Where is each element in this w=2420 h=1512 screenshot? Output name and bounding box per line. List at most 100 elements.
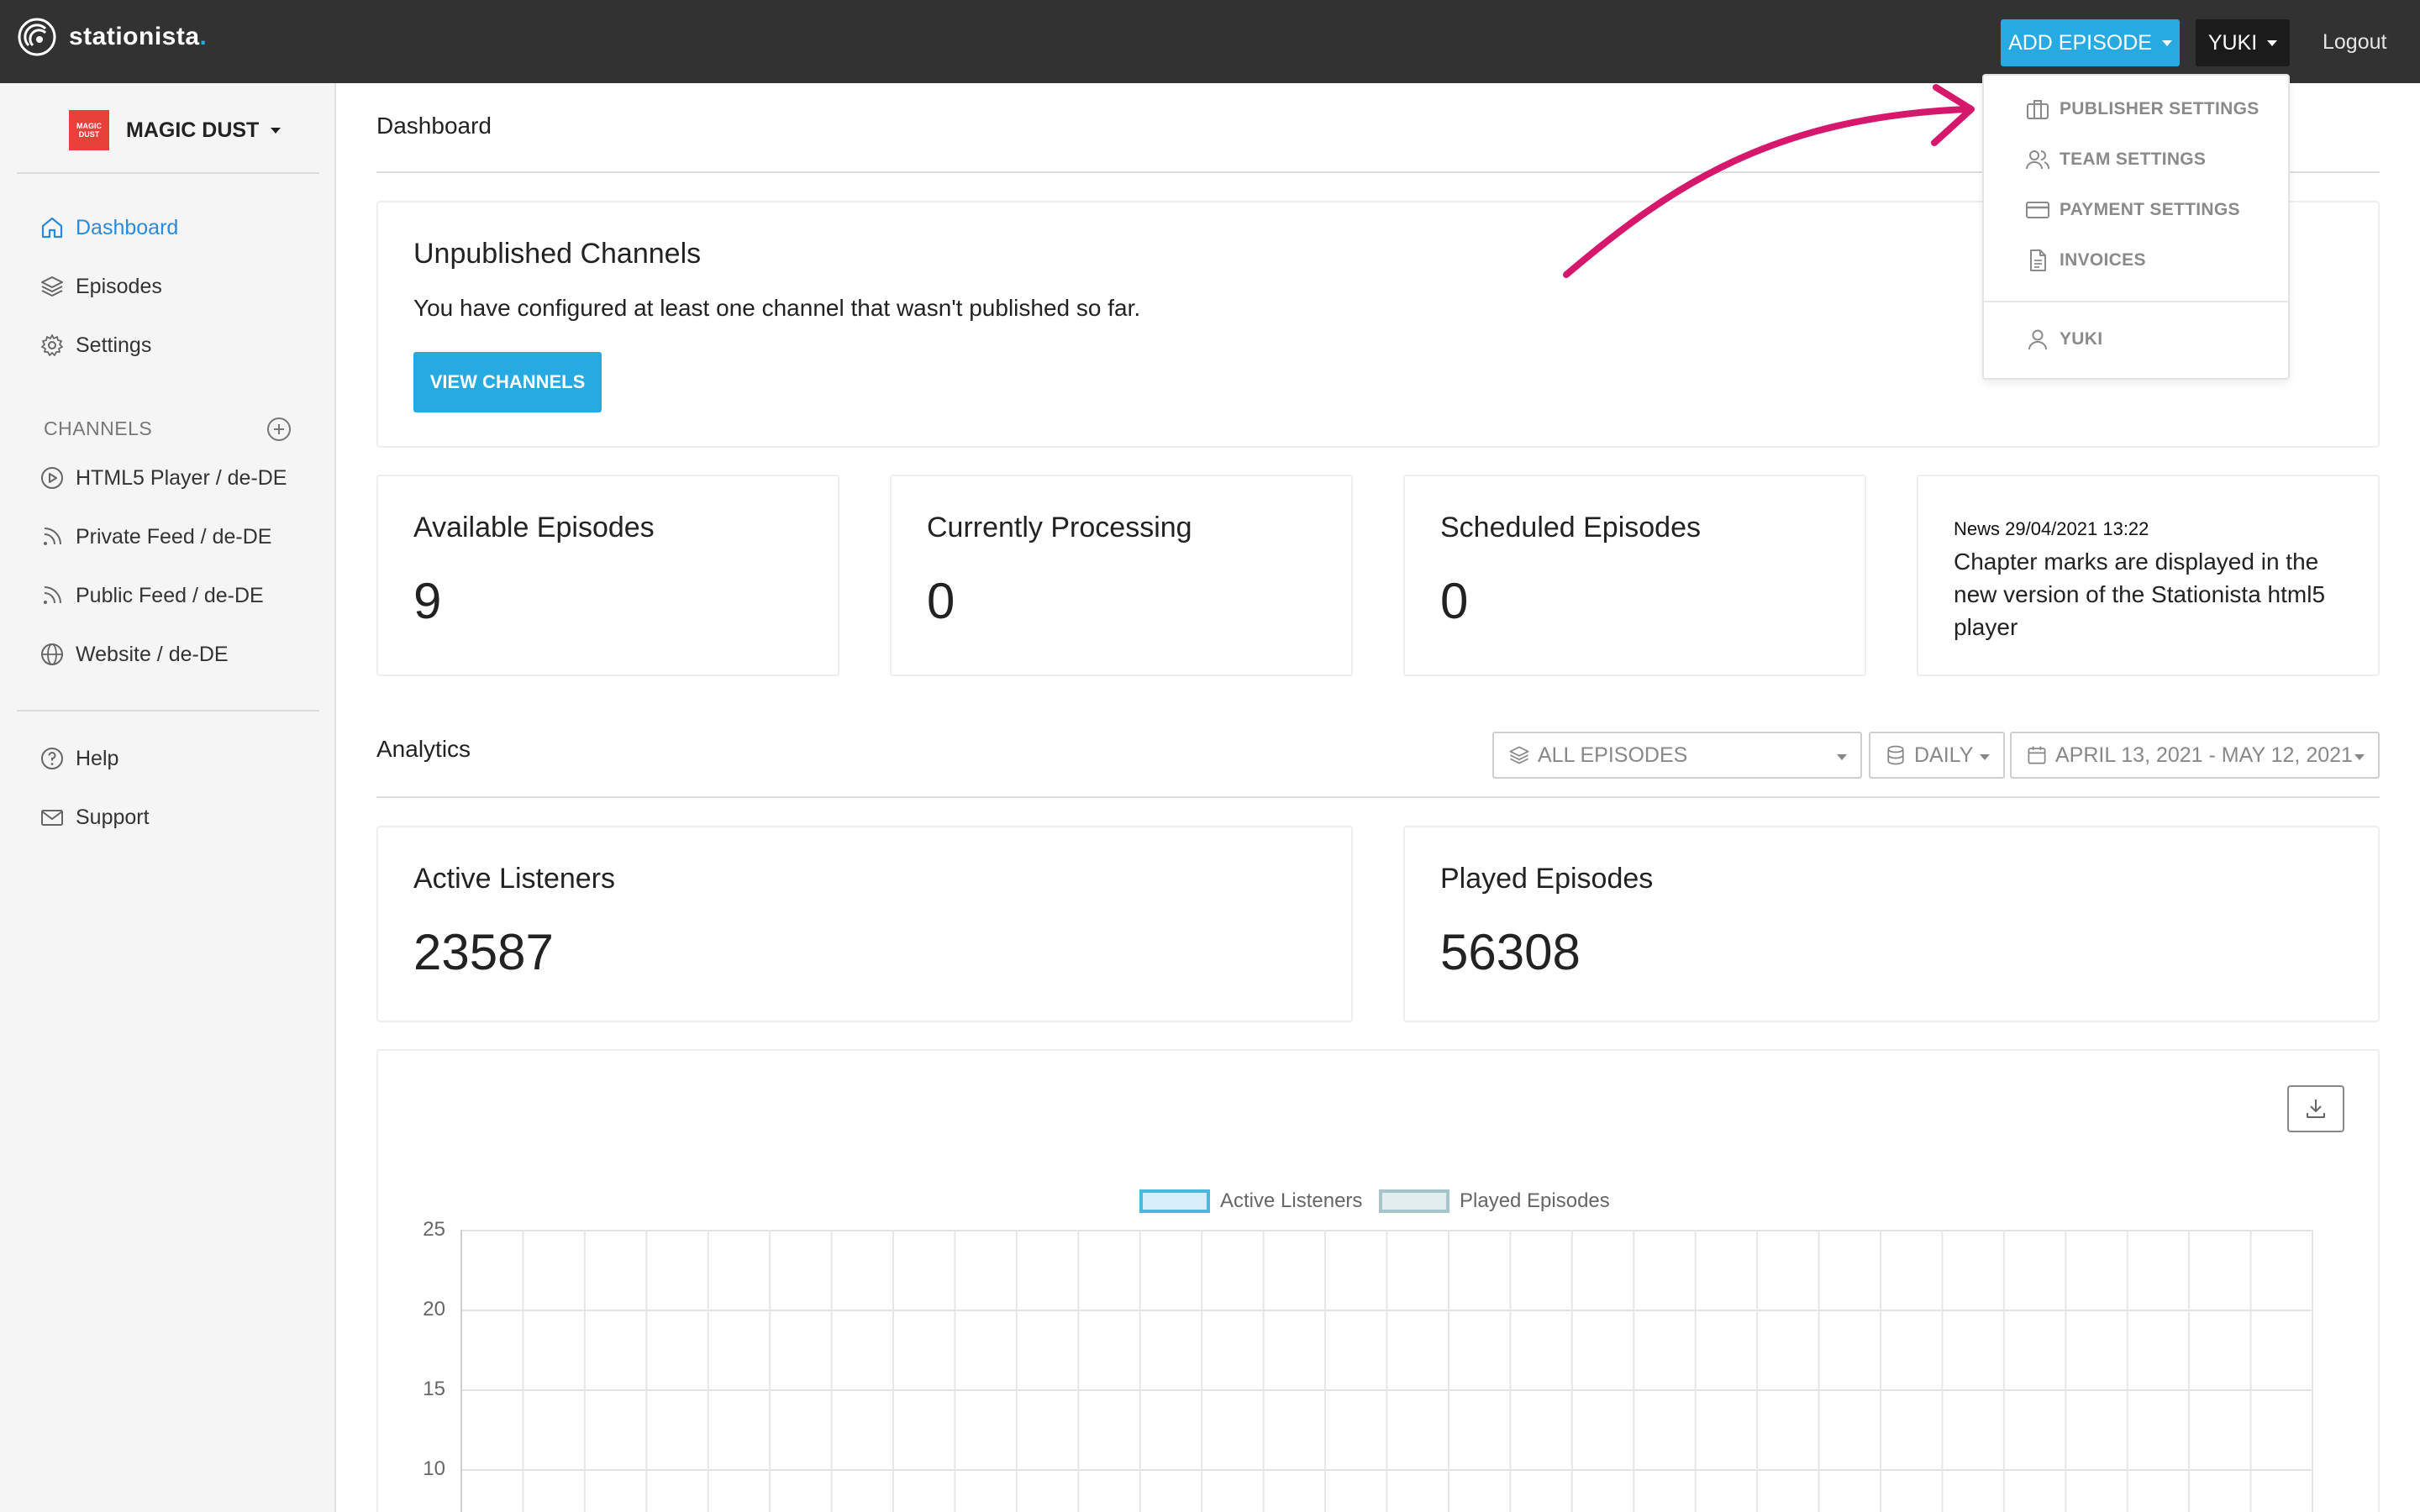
menu-item-label: TEAM SETTINGS xyxy=(2060,150,2207,169)
legend-label: Active Listeners xyxy=(1220,1189,1363,1212)
sidebar-item-dashboard[interactable]: Dashboard xyxy=(39,214,178,241)
episodes-filter-value: ALL EPISODES xyxy=(1538,743,1688,767)
gear-icon xyxy=(41,334,63,356)
legend-swatch xyxy=(1139,1189,1210,1213)
scheduled-episodes-card: Scheduled Episodes 0 xyxy=(1403,475,1866,676)
sidebar-item-private-feed[interactable]: Private Feed / de-DE xyxy=(39,523,271,550)
sidebar-item-label: Public Feed / de-DE xyxy=(76,583,264,607)
stat-title: Available Episodes xyxy=(413,512,655,543)
channels-heading: CHANNELS xyxy=(44,417,153,439)
menu-item-label: YUKI xyxy=(2060,329,2103,349)
analytics-divider xyxy=(376,796,2380,798)
legend-swatch xyxy=(1379,1189,1449,1213)
menu-item-invoices[interactable]: INVOICES xyxy=(2024,247,2146,274)
interval-filter-select[interactable]: DAILY xyxy=(1869,732,2005,779)
date-range-picker[interactable]: APRIL 13, 2021 - MAY 12, 2021 xyxy=(2010,732,2380,779)
interval-filter-value: DAILY xyxy=(1914,743,1974,767)
download-icon xyxy=(2307,1100,2325,1118)
workspace-switcher[interactable]: MAGIC DUST MAGIC DUST xyxy=(69,110,281,150)
sidebar-divider xyxy=(17,710,319,711)
legend-item-active-listeners[interactable]: Active Listeners xyxy=(1139,1189,1362,1213)
layers-icon xyxy=(1509,746,1529,764)
menu-item-profile[interactable]: YUKI xyxy=(2024,326,2102,353)
chart-grid xyxy=(460,1230,2313,1512)
play-circle-icon xyxy=(41,467,63,489)
sidebar-item-label: Dashboard xyxy=(76,215,179,239)
stationista-logo-icon xyxy=(18,18,56,56)
stat-title: Currently Processing xyxy=(927,512,1192,543)
available-episodes-card: Available Episodes 9 xyxy=(376,475,839,676)
news-card: News 29/04/2021 13:22 Chapter marks are … xyxy=(1917,475,2380,676)
rss-icon xyxy=(44,586,61,604)
chevron-down-icon xyxy=(1837,754,1847,760)
y-tick-label: 25 xyxy=(423,1218,445,1241)
sidebar-item-public-feed[interactable]: Public Feed / de-DE xyxy=(39,582,264,609)
logout-link[interactable]: Logout xyxy=(2323,30,2386,55)
chevron-down-icon xyxy=(1980,754,1990,760)
menu-item-team-settings[interactable]: TEAM SETTINGS xyxy=(2024,146,2206,173)
add-episode-label: ADD EPISODE xyxy=(2008,30,2152,55)
top-navbar: stationista. ADD EPISODE YUKI Logout xyxy=(0,0,2420,83)
chevron-down-icon xyxy=(271,127,281,134)
sidebar-item-website[interactable]: Website / de-DE xyxy=(39,641,229,668)
add-episode-button[interactable]: ADD EPISODE xyxy=(2001,19,2180,66)
stat-value: 0 xyxy=(1440,573,1469,629)
user-menu-label: YUKI xyxy=(2207,30,2258,55)
sidebar-item-settings[interactable]: Settings xyxy=(39,332,151,359)
chevron-down-icon xyxy=(2161,39,2172,46)
stat-value: 0 xyxy=(927,573,955,629)
legend-item-played-episodes[interactable]: Played Episodes xyxy=(1379,1189,1610,1213)
sidebar-item-label: HTML5 Player / de-DE xyxy=(76,465,287,490)
episodes-filter-select[interactable]: ALL EPISODES xyxy=(1492,732,1862,779)
user-menu-button[interactable]: YUKI xyxy=(2196,19,2290,66)
sidebar-divider xyxy=(17,172,319,174)
briefcase-icon xyxy=(2027,100,2049,119)
help-circle-icon xyxy=(41,748,63,769)
layers-icon xyxy=(41,276,63,297)
sidebar: MAGIC DUST MAGIC DUST Dashboard Episodes… xyxy=(0,83,336,1512)
analytics-title: Analytics xyxy=(376,736,471,762)
user-icon xyxy=(2028,329,2047,350)
app-name: stationista. xyxy=(69,23,208,50)
stat-title: Played Episodes xyxy=(1440,863,1654,895)
stat-title: Scheduled Episodes xyxy=(1440,512,1702,543)
played-episodes-card: Played Episodes 56308 xyxy=(1403,826,2380,1022)
app-logo[interactable]: stationista. xyxy=(17,17,207,57)
date-range-value: APRIL 13, 2021 - MAY 12, 2021 xyxy=(2055,743,2353,767)
currently-processing-card: Currently Processing 0 xyxy=(890,475,1353,676)
calendar-icon xyxy=(2028,746,2046,764)
view-channels-button[interactable]: VIEW CHANNELS xyxy=(413,352,602,412)
unpublished-channels-title: Unpublished Channels xyxy=(413,238,702,270)
sidebar-item-help[interactable]: Help xyxy=(39,745,118,772)
download-chart-button[interactable] xyxy=(2287,1085,2344,1132)
menu-item-payment-settings[interactable]: PAYMENT SETTINGS xyxy=(2024,197,2240,223)
mail-icon xyxy=(41,810,63,826)
chevron-down-icon xyxy=(2354,754,2365,760)
sidebar-item-label: Website / de-DE xyxy=(76,642,229,666)
news-body[interactable]: Chapter marks are displayed in the new v… xyxy=(1954,545,2365,643)
chevron-down-icon xyxy=(2267,39,2278,46)
sidebar-item-html5-player[interactable]: HTML5 Player / de-DE xyxy=(39,465,287,491)
stat-title: Active Listeners xyxy=(413,863,615,895)
sidebar-item-support[interactable]: Support xyxy=(39,804,150,831)
credit-card-icon xyxy=(2026,202,2049,218)
menu-item-label: PAYMENT SETTINGS xyxy=(2060,200,2240,219)
add-channel-icon[interactable] xyxy=(266,416,292,443)
legend-label: Played Episodes xyxy=(1460,1189,1610,1212)
home-icon xyxy=(41,217,63,239)
workspace-name: MAGIC DUST xyxy=(126,118,260,142)
unpublished-channels-text: You have configured at least one channel… xyxy=(413,295,1141,321)
sidebar-item-episodes[interactable]: Episodes xyxy=(39,273,162,300)
rss-icon xyxy=(44,528,61,545)
database-icon xyxy=(1887,745,1904,765)
globe-icon xyxy=(41,643,63,665)
stat-value: 56308 xyxy=(1440,924,1581,980)
workspace-logo: MAGIC DUST xyxy=(69,110,109,150)
news-date: News 29/04/2021 13:22 xyxy=(1954,518,2149,539)
sidebar-item-label: Settings xyxy=(76,333,152,357)
sidebar-item-label: Episodes xyxy=(76,274,162,298)
stat-value: 23587 xyxy=(413,924,554,980)
y-tick-label: 15 xyxy=(423,1378,445,1400)
users-icon xyxy=(2026,150,2049,170)
menu-item-publisher-settings[interactable]: PUBLISHER SETTINGS xyxy=(2024,96,2260,123)
